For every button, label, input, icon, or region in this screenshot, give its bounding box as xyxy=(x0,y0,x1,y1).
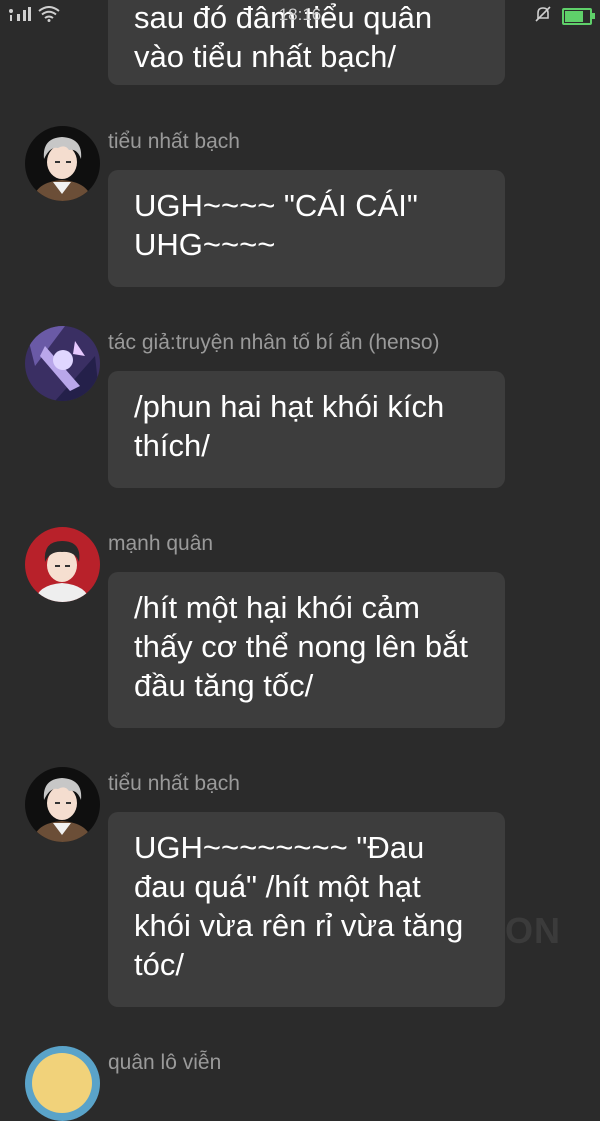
watermark: ON xyxy=(505,910,561,951)
sender-name: mạnh quân xyxy=(108,532,214,555)
sender-name: quân lô viễn xyxy=(108,1051,222,1074)
avatar-image xyxy=(25,527,100,602)
message-bubble[interactable]: /phun hai hạt khói kích thích/ xyxy=(108,371,505,488)
message-text: sau đó đâm tiểu quân vào tiểu nhất bạch/ xyxy=(134,0,433,74)
message-text: /hít một hại khói cảm thấy cơ thể nong l… xyxy=(134,590,469,703)
avatar-image xyxy=(25,767,100,842)
avatar[interactable] xyxy=(25,126,100,201)
avatar[interactable] xyxy=(25,767,100,842)
sender-name: tiểu nhất bạch xyxy=(108,130,240,153)
avatar[interactable] xyxy=(25,527,100,602)
sender-name: tiểu nhất bạch xyxy=(108,772,240,795)
avatar-image xyxy=(25,1046,100,1121)
sender-name: tác giả:truyện nhân tố bí ẩn (henso) xyxy=(108,331,440,354)
avatar[interactable] xyxy=(25,326,100,401)
message-text: /phun hai hạt khói kích thích/ xyxy=(134,389,445,463)
avatar[interactable] xyxy=(25,1046,100,1121)
message-bubble[interactable]: sau đó đâm tiểu quân vào tiểu nhất bạch/ xyxy=(108,0,505,85)
message-bubble[interactable]: UGH~~~~ "CÁI CÁI" UHG~~~~ xyxy=(108,170,505,287)
message-bubble[interactable]: UGH~~~~~~~~ "Đau đau quá" /hít một hạt k… xyxy=(108,812,505,1007)
avatar-image xyxy=(25,126,100,201)
message-text: UGH~~~~ "CÁI CÁI" UHG~~~~ xyxy=(134,188,418,262)
chat-thread[interactable]: sau đó đâm tiểu quân vào tiểu nhất bạch/… xyxy=(0,0,600,1121)
message-bubble[interactable]: /hít một hại khói cảm thấy cơ thể nong l… xyxy=(108,572,505,728)
message-text: UGH~~~~~~~~ "Đau đau quá" /hít một hạt k… xyxy=(134,830,464,982)
avatar-image xyxy=(25,326,100,401)
